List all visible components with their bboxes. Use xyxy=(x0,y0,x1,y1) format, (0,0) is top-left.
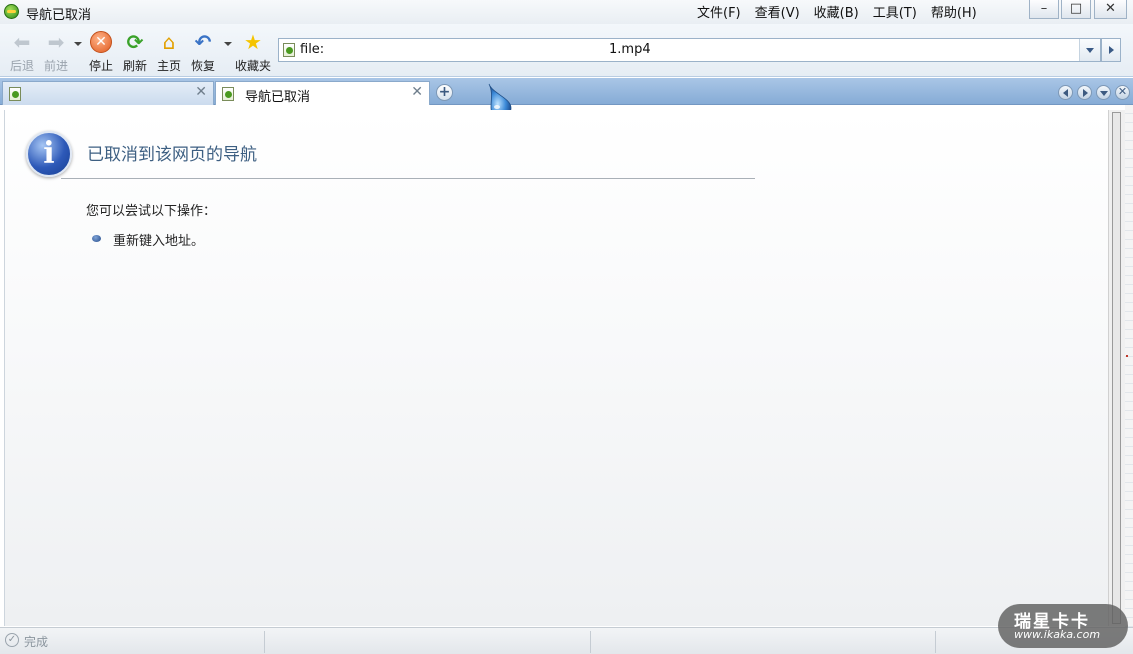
tab-title: 导航已取消 xyxy=(245,90,311,105)
go-button[interactable] xyxy=(1101,38,1121,62)
title-bar: 导航已取消 文件(F) 查看(V) 收藏(B) 工具(T) 帮助(H) – □ … xyxy=(0,0,1133,24)
forward-button[interactable]: ➡ 前进 xyxy=(39,31,73,74)
page-icon xyxy=(283,43,295,57)
status-separator xyxy=(590,631,591,653)
refresh-label: 刷新 xyxy=(122,59,147,73)
status-text: 完成 xyxy=(24,635,49,649)
forward-arrow-icon: ➡ xyxy=(47,30,65,54)
refresh-icon: ⟳ xyxy=(126,30,144,54)
vertical-scrollbar[interactable] xyxy=(1108,110,1125,626)
watermark-url: www.ikaka.com xyxy=(1014,628,1101,641)
watermark: 瑞星卡卡 www.ikaka.com xyxy=(998,604,1128,648)
tab-close-icon[interactable]: ✕ xyxy=(195,84,207,100)
home-icon: ⌂ xyxy=(162,30,176,54)
restore-label: 恢复 xyxy=(190,59,215,73)
stop-button[interactable]: ✕ 停止 xyxy=(84,31,118,74)
tab-strip: ✕ 导航已取消 ✕ xyxy=(0,78,1133,105)
minimize-icon: – xyxy=(1040,1,1048,16)
status-bar: ✓ 完成 xyxy=(0,627,1133,654)
back-label: 后退 xyxy=(9,59,34,73)
suggestion-item: 重新键入地址。 xyxy=(113,234,205,249)
stop-label: 停止 xyxy=(88,59,113,73)
scroll-tabs-left-icon[interactable] xyxy=(1058,85,1073,100)
restore-dropdown-icon[interactable] xyxy=(224,42,232,46)
suggestion-intro: 您可以尝试以下操作： xyxy=(86,204,217,219)
forward-label: 前进 xyxy=(43,59,68,73)
scroll-tabs-right-icon[interactable] xyxy=(1077,85,1092,100)
close-tab-icon[interactable]: ✕ xyxy=(1115,85,1130,100)
address-filename: 1.mp4 xyxy=(609,42,651,57)
window-edge xyxy=(1125,105,1133,645)
undo-icon: ↶ xyxy=(194,30,212,54)
menu-tools[interactable]: 工具(T) xyxy=(868,1,926,21)
back-button[interactable]: ⬅ 后退 xyxy=(5,31,39,74)
error-heading: 已取消到该网页的导航 xyxy=(87,145,257,165)
new-tab-button[interactable]: + xyxy=(436,84,453,101)
home-button[interactable]: ⌂ 主页 xyxy=(152,31,186,74)
menu-file[interactable]: 文件(F) xyxy=(692,1,750,21)
page-icon xyxy=(9,87,21,101)
address-bar[interactable]: file: 1.mp4 xyxy=(278,38,1101,62)
page-icon xyxy=(222,87,234,101)
stop-icon-wrapper: ✕ xyxy=(89,31,113,53)
tab-navigation-cancelled[interactable]: 导航已取消 ✕ xyxy=(215,81,430,105)
info-icon: i xyxy=(26,131,72,177)
browser-logo-icon xyxy=(4,4,19,19)
maximize-button[interactable]: □ xyxy=(1061,0,1091,19)
menu-bar: 文件(F) 查看(V) 收藏(B) 工具(T) 帮助(H) xyxy=(692,1,986,21)
menu-help[interactable]: 帮助(H) xyxy=(926,1,986,21)
close-icon: ✕ xyxy=(1105,1,1116,16)
back-arrow-icon: ⬅ xyxy=(13,30,31,54)
done-check-icon: ✓ xyxy=(5,633,19,647)
window-title: 导航已取消 xyxy=(26,8,92,23)
menu-view[interactable]: 查看(V) xyxy=(750,1,809,21)
tab-blank[interactable]: ✕ xyxy=(2,81,214,105)
page-content: i 已取消到该网页的导航 您可以尝试以下操作： 重新键入地址。 xyxy=(4,110,1108,626)
tab-close-icon[interactable]: ✕ xyxy=(411,84,423,100)
maximize-icon: □ xyxy=(1069,1,1083,16)
refresh-button[interactable]: ⟳ 刷新 xyxy=(118,31,152,74)
close-button[interactable]: ✕ xyxy=(1094,0,1127,19)
status-separator xyxy=(935,631,936,653)
favorites-button[interactable]: ★ 收藏夹 xyxy=(232,31,274,74)
favorites-label: 收藏夹 xyxy=(234,59,271,73)
home-label: 主页 xyxy=(156,59,181,73)
menu-favorites[interactable]: 收藏(B) xyxy=(809,1,868,21)
minimize-button[interactable]: – xyxy=(1029,0,1059,19)
bullet-icon xyxy=(92,235,101,242)
address-dropdown-icon[interactable] xyxy=(1079,39,1100,61)
tab-list-dropdown-icon[interactable] xyxy=(1096,85,1111,100)
forward-dropdown-icon[interactable] xyxy=(74,42,82,46)
stop-icon: ✕ xyxy=(90,31,112,53)
address-prefix: file: xyxy=(300,42,325,57)
restore-button[interactable]: ↶ 恢复 xyxy=(186,31,220,74)
scrollbar-track[interactable] xyxy=(1112,112,1121,624)
status-separator xyxy=(264,631,265,653)
plus-icon: + xyxy=(438,84,451,100)
divider xyxy=(61,178,755,179)
star-icon: ★ xyxy=(244,30,262,54)
